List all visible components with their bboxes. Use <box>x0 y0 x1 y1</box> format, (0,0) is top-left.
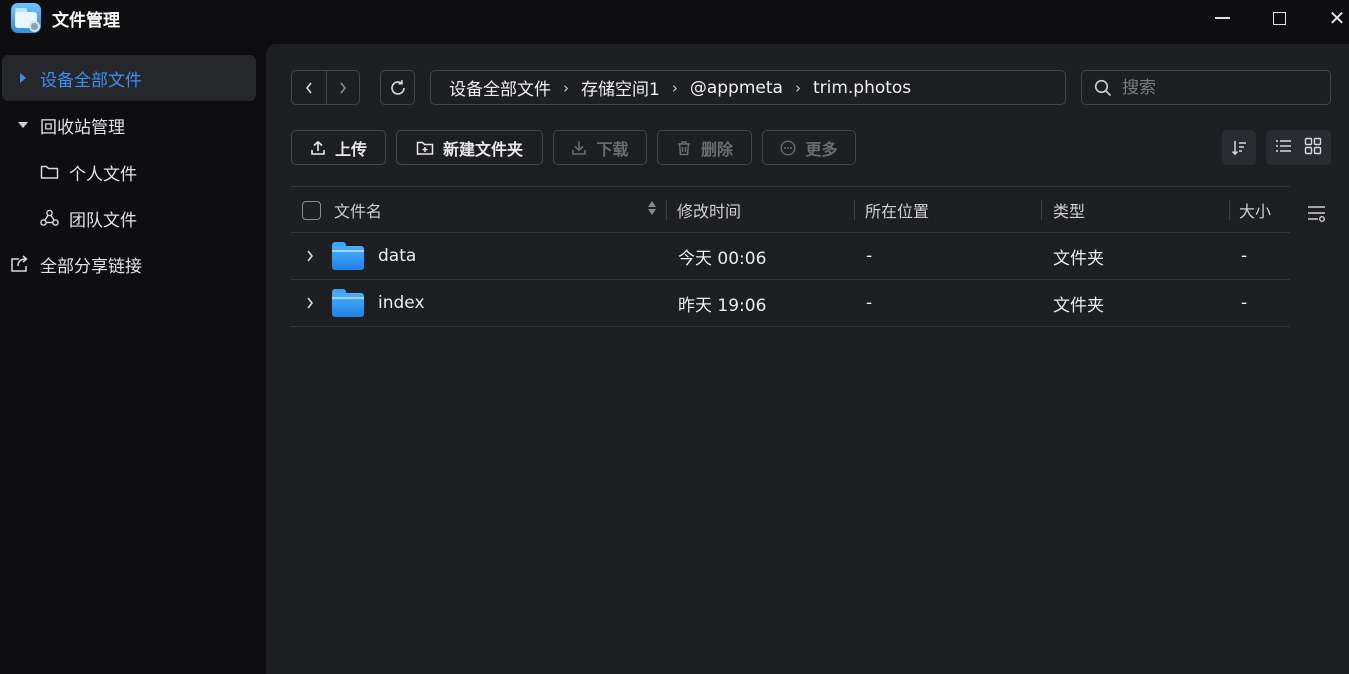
folder-icon <box>332 289 364 317</box>
chevron-right-icon: › <box>563 78 569 97</box>
file-table: 文件名 修改时间 所在位置 类型 大小 data 今天 00:06 - 文件夹 … <box>291 186 1290 327</box>
breadcrumb-item[interactable]: @appmeta <box>690 78 783 98</box>
caret-down-icon <box>16 122 30 128</box>
sidebar-item-team-files[interactable]: 团队文件 <box>2 195 256 241</box>
minimize-button[interactable] <box>1207 4 1237 32</box>
file-manager-app-icon <box>11 3 41 33</box>
delete-label: 删除 <box>700 139 733 159</box>
modified-time: 昨天 19:06 <box>678 295 767 316</box>
location: - <box>866 246 873 266</box>
modified-time: 今天 00:06 <box>678 248 767 269</box>
sidebar-item-label: 设备全部文件 <box>40 70 142 91</box>
chevron-right-icon[interactable] <box>305 280 315 326</box>
sidebar-item-label: 团队文件 <box>69 210 137 231</box>
caret-right-icon <box>16 73 30 83</box>
folder-icon <box>332 242 364 270</box>
select-all-checkbox[interactable] <box>302 201 321 220</box>
chevron-right-icon <box>340 82 346 93</box>
more-icon <box>780 139 796 156</box>
file-type: 文件夹 <box>1053 295 1104 316</box>
table-row[interactable]: data 今天 00:06 - 文件夹 - <box>291 233 1290 280</box>
sidebar-item-all-device-files[interactable]: 设备全部文件 <box>2 55 256 101</box>
back-button[interactable] <box>292 71 326 104</box>
forward-button[interactable] <box>325 71 360 104</box>
file-type: 文件夹 <box>1053 248 1104 269</box>
breadcrumb-item[interactable]: trim.photos <box>813 78 911 98</box>
sidebar-item-label: 个人文件 <box>69 164 137 185</box>
main-panel: 设备全部文件 › 存储空间1 › @appmeta › trim.photos … <box>266 44 1349 674</box>
download-icon <box>571 140 587 156</box>
view-toggle <box>1266 130 1331 165</box>
search-box <box>1081 70 1331 105</box>
sidebar-item-label: 全部分享链接 <box>40 256 142 277</box>
sort-button[interactable] <box>1222 130 1256 165</box>
history-nav <box>291 70 360 105</box>
new-folder-label: 新建文件夹 <box>442 139 523 159</box>
download-button[interactable]: 下载 <box>553 130 647 165</box>
sidebar-item-label: 回收站管理 <box>40 117 125 138</box>
column-header-location[interactable]: 所在位置 <box>865 187 929 233</box>
upload-button[interactable]: 上传 <box>291 130 386 165</box>
trash-icon <box>676 140 692 156</box>
file-name: data <box>378 246 417 266</box>
breadcrumb-item[interactable]: 存储空间1 <box>581 75 660 100</box>
upload-icon <box>310 140 326 156</box>
search-icon <box>1094 79 1112 96</box>
chevron-left-icon <box>305 82 312 93</box>
sidebar-item-all-share-links[interactable]: 全部分享链接 <box>2 241 256 287</box>
sidebar-item-personal-files[interactable]: 个人文件 <box>2 149 256 195</box>
chevron-right-icon: › <box>794 78 801 97</box>
delete-button[interactable]: 删除 <box>657 130 752 165</box>
sidebar-item-recycle-bin[interactable]: 回收站管理 <box>2 102 256 148</box>
file-size: - <box>1241 246 1248 266</box>
breadcrumb-item[interactable]: 设备全部文件 <box>449 75 551 100</box>
location: - <box>866 293 873 313</box>
column-settings-icon[interactable] <box>1307 204 1327 226</box>
table-row[interactable]: index 昨天 19:06 - 文件夹 - <box>291 280 1290 327</box>
more-label: 更多 <box>805 139 838 159</box>
folder-icon <box>39 162 59 182</box>
share-icon <box>10 254 30 274</box>
more-button[interactable]: 更多 <box>762 130 856 165</box>
column-header-modified[interactable]: 修改时间 <box>677 187 741 233</box>
breadcrumb: 设备全部文件 › 存储空间1 › @appmeta › trim.photos <box>430 70 1066 105</box>
column-header-name[interactable]: 文件名 <box>334 187 382 233</box>
sidebar: 设备全部文件 回收站管理 个人文件 团队文件 全部分享链接 <box>0 44 266 674</box>
upload-label: 上传 <box>334 139 367 159</box>
sort-icon <box>1231 140 1246 155</box>
grid-view-icon[interactable] <box>1304 137 1322 159</box>
search-input[interactable] <box>1122 77 1322 98</box>
refresh-button[interactable] <box>380 70 415 105</box>
chevron-right-icon: › <box>671 78 678 97</box>
column-header-type[interactable]: 类型 <box>1053 187 1085 233</box>
title-bar: 文件管理 ✕ <box>0 0 1349 40</box>
new-folder-button[interactable]: 新建文件夹 <box>396 130 543 165</box>
table-header: 文件名 修改时间 所在位置 类型 大小 <box>291 186 1290 233</box>
chevron-right-icon[interactable] <box>305 233 315 279</box>
app-title: 文件管理 <box>52 11 120 31</box>
maximize-button[interactable] <box>1264 4 1294 32</box>
team-icon <box>39 208 59 228</box>
new-folder-icon <box>416 140 434 156</box>
file-size: - <box>1241 293 1248 313</box>
column-header-size[interactable]: 大小 <box>1239 187 1271 233</box>
download-label: 下载 <box>596 139 629 159</box>
refresh-icon <box>390 79 405 95</box>
file-name: index <box>378 293 425 313</box>
list-view-icon[interactable] <box>1275 138 1293 158</box>
sort-arrows-icon[interactable] <box>648 201 656 215</box>
close-button[interactable]: ✕ <box>1322 4 1349 32</box>
